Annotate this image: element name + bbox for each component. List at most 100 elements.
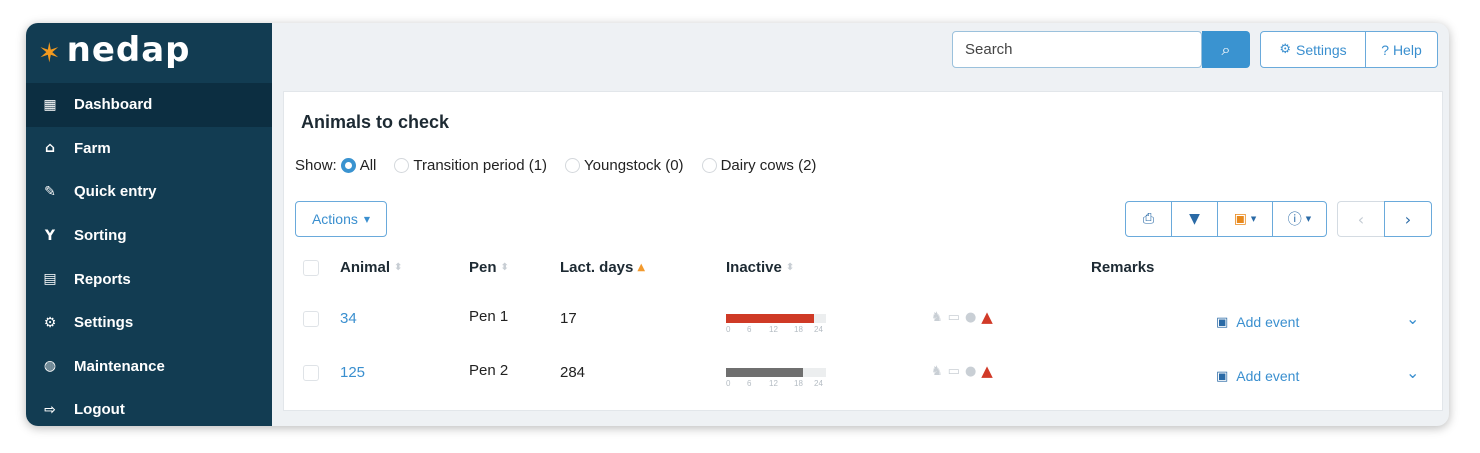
tick-label: 6 bbox=[747, 379, 752, 388]
actions-dropdown[interactable]: Actions ▼ bbox=[295, 201, 387, 237]
cow-icon: ♞ bbox=[931, 309, 943, 325]
sidebar-item-label: Maintenance bbox=[74, 357, 165, 375]
caret-down-icon: ▼ bbox=[363, 214, 371, 224]
pen-cell: Pen 1 bbox=[469, 308, 509, 325]
tick-label: 24 bbox=[814, 379, 823, 388]
sidebar-item-label: Logout bbox=[74, 401, 125, 419]
expand-row-button[interactable]: ⌄ bbox=[1406, 309, 1419, 328]
tick-label: 18 bbox=[794, 379, 803, 388]
radio-dairy-cows[interactable] bbox=[701, 158, 717, 173]
tick-label: 6 bbox=[747, 325, 752, 334]
inactive-bar: 0 6 12 18 24 bbox=[726, 311, 826, 339]
print-icon: ⎙ bbox=[1142, 211, 1155, 227]
animal-link[interactable]: 125 bbox=[340, 364, 365, 381]
filter-label: Transition period (1) bbox=[413, 157, 548, 174]
warning-icon: ▲ bbox=[981, 308, 993, 326]
filter-all[interactable]: All bbox=[340, 157, 376, 174]
calendar-plus-icon: ▣ bbox=[1216, 368, 1229, 384]
settings-button[interactable]: ⚙ Settings bbox=[1261, 32, 1366, 67]
panel-title: Animals to check bbox=[301, 112, 450, 132]
settings-label: Settings bbox=[1296, 41, 1347, 58]
sidebar-item-sorting[interactable]: Y Sorting bbox=[26, 214, 272, 258]
grid-icon: ▦ bbox=[43, 96, 57, 113]
cow-icon: ♞ bbox=[931, 363, 943, 379]
row-checkbox[interactable] bbox=[303, 365, 319, 381]
column-header-inactive[interactable]: Inactive ⬍ bbox=[726, 259, 794, 276]
add-event-button[interactable]: ▣ Add event bbox=[1216, 314, 1299, 330]
sidebar-item-reports[interactable]: ▤ Reports bbox=[26, 257, 272, 301]
edit-icon: ✎ bbox=[44, 183, 56, 200]
column-label: Inactive bbox=[726, 259, 782, 276]
help-button[interactable]: ? Help bbox=[1366, 32, 1437, 67]
info-dropdown[interactable]: ⓘ ▼ bbox=[1273, 202, 1326, 236]
warning-icon: ▲ bbox=[981, 362, 993, 380]
sidebar-item-label: Dashboard bbox=[74, 96, 153, 114]
print-button[interactable]: ⎙ bbox=[1126, 202, 1172, 236]
sidebar-item-dashboard[interactable]: ▦ Dashboard bbox=[26, 83, 272, 127]
search-icon: ⌕ bbox=[1221, 40, 1231, 59]
sidebar-item-logout[interactable]: ⇨ Logout bbox=[26, 388, 272, 426]
column-label: Remarks bbox=[1091, 259, 1155, 276]
star-logo-icon: ✶ bbox=[38, 37, 61, 69]
top-bar: Search ⌕ ⚙ Settings ? Help bbox=[272, 23, 1449, 83]
remark-icons: ♞ ▭ ● ▲ bbox=[931, 308, 993, 326]
sidebar-item-quick-entry[interactable]: ✎ Quick entry bbox=[26, 170, 272, 214]
actions-label: Actions bbox=[311, 211, 358, 227]
chevron-down-icon: ⌄ bbox=[1406, 363, 1420, 382]
column-header-lact-days[interactable]: Lact. days ▲ bbox=[560, 259, 645, 276]
next-page-button[interactable]: › bbox=[1384, 201, 1432, 237]
tick-label: 0 bbox=[726, 325, 731, 334]
caret-down-icon: ▼ bbox=[1250, 215, 1257, 223]
radio-youngstock[interactable] bbox=[565, 158, 581, 173]
sidebar-item-label: Farm bbox=[74, 139, 111, 157]
sidebar-item-label: Reports bbox=[74, 270, 131, 288]
columns-icon: ▣ bbox=[1233, 211, 1247, 227]
filter-button[interactable]: ▼ bbox=[1172, 202, 1218, 236]
sidebar-item-farm[interactable]: ⌂ Farm bbox=[26, 127, 272, 171]
sort-ascending-icon: ▲ bbox=[637, 262, 646, 273]
filter-icon: ▼ bbox=[1189, 211, 1200, 227]
column-header-pen[interactable]: Pen ⬍ bbox=[469, 259, 509, 276]
sidebar-item-maintenance[interactable]: ◍ Maintenance bbox=[26, 345, 272, 389]
tick-label: 24 bbox=[814, 325, 823, 334]
sidebar: ✶ nedap ▦ Dashboard ⌂ Farm ✎ Quick entry… bbox=[26, 23, 272, 426]
columns-dropdown[interactable]: ▣ ▼ bbox=[1218, 202, 1273, 236]
shield-icon: ◍ bbox=[43, 358, 57, 375]
sort-icon: ⬍ bbox=[785, 262, 795, 273]
radio-transition-period[interactable] bbox=[394, 158, 410, 173]
previous-page-button[interactable]: ‹ bbox=[1337, 201, 1384, 237]
search-button[interactable]: ⌕ bbox=[1202, 31, 1250, 68]
select-all-checkbox[interactable] bbox=[303, 260, 319, 276]
row-checkbox[interactable] bbox=[303, 311, 319, 327]
filter-dairy-cows[interactable]: Dairy cows (2) bbox=[701, 157, 817, 174]
app-window: ✶ nedap ▦ Dashboard ⌂ Farm ✎ Quick entry… bbox=[26, 23, 1449, 426]
search-input[interactable]: Search bbox=[952, 31, 1202, 68]
info-icon: ⓘ bbox=[1287, 212, 1302, 228]
gear-icon: ⚙ bbox=[43, 314, 57, 331]
report-icon: ▤ bbox=[43, 271, 57, 288]
add-event-button[interactable]: ▣ Add event bbox=[1216, 368, 1299, 384]
chevron-down-icon: ⌄ bbox=[1406, 309, 1420, 328]
inactive-bar-fill bbox=[726, 314, 814, 323]
animal-link[interactable]: 34 bbox=[340, 310, 357, 327]
remark-icons: ♞ ▭ ● ▲ bbox=[931, 362, 993, 380]
sidebar-item-settings[interactable]: ⚙ Settings bbox=[26, 301, 272, 345]
tick-label: 12 bbox=[769, 379, 778, 388]
sidebar-item-label: Settings bbox=[74, 314, 134, 332]
info-circle-icon: ● bbox=[964, 363, 977, 379]
sorting-icon: Y bbox=[44, 227, 56, 244]
sidebar-item-label: Quick entry bbox=[74, 183, 157, 201]
nedap-logo[interactable]: ✶ nedap bbox=[26, 23, 272, 83]
column-header-animal[interactable]: Animal ⬍ bbox=[340, 259, 402, 276]
tick-label: 0 bbox=[726, 379, 731, 388]
caret-down-icon: ▼ bbox=[1305, 215, 1312, 223]
tag-icon: ▭ bbox=[947, 309, 960, 325]
filter-transition-period[interactable]: Transition period (1) bbox=[394, 157, 547, 174]
filter-youngstock[interactable]: Youngstock (0) bbox=[565, 157, 684, 174]
chevron-left-icon: ‹ bbox=[1357, 209, 1365, 229]
radio-all[interactable] bbox=[340, 158, 356, 173]
sort-icon: ⬍ bbox=[394, 262, 403, 273]
expand-row-button[interactable]: ⌄ bbox=[1406, 363, 1419, 382]
logo-text: nedap bbox=[66, 30, 191, 70]
filter-label: Dairy cows (2) bbox=[720, 157, 817, 174]
